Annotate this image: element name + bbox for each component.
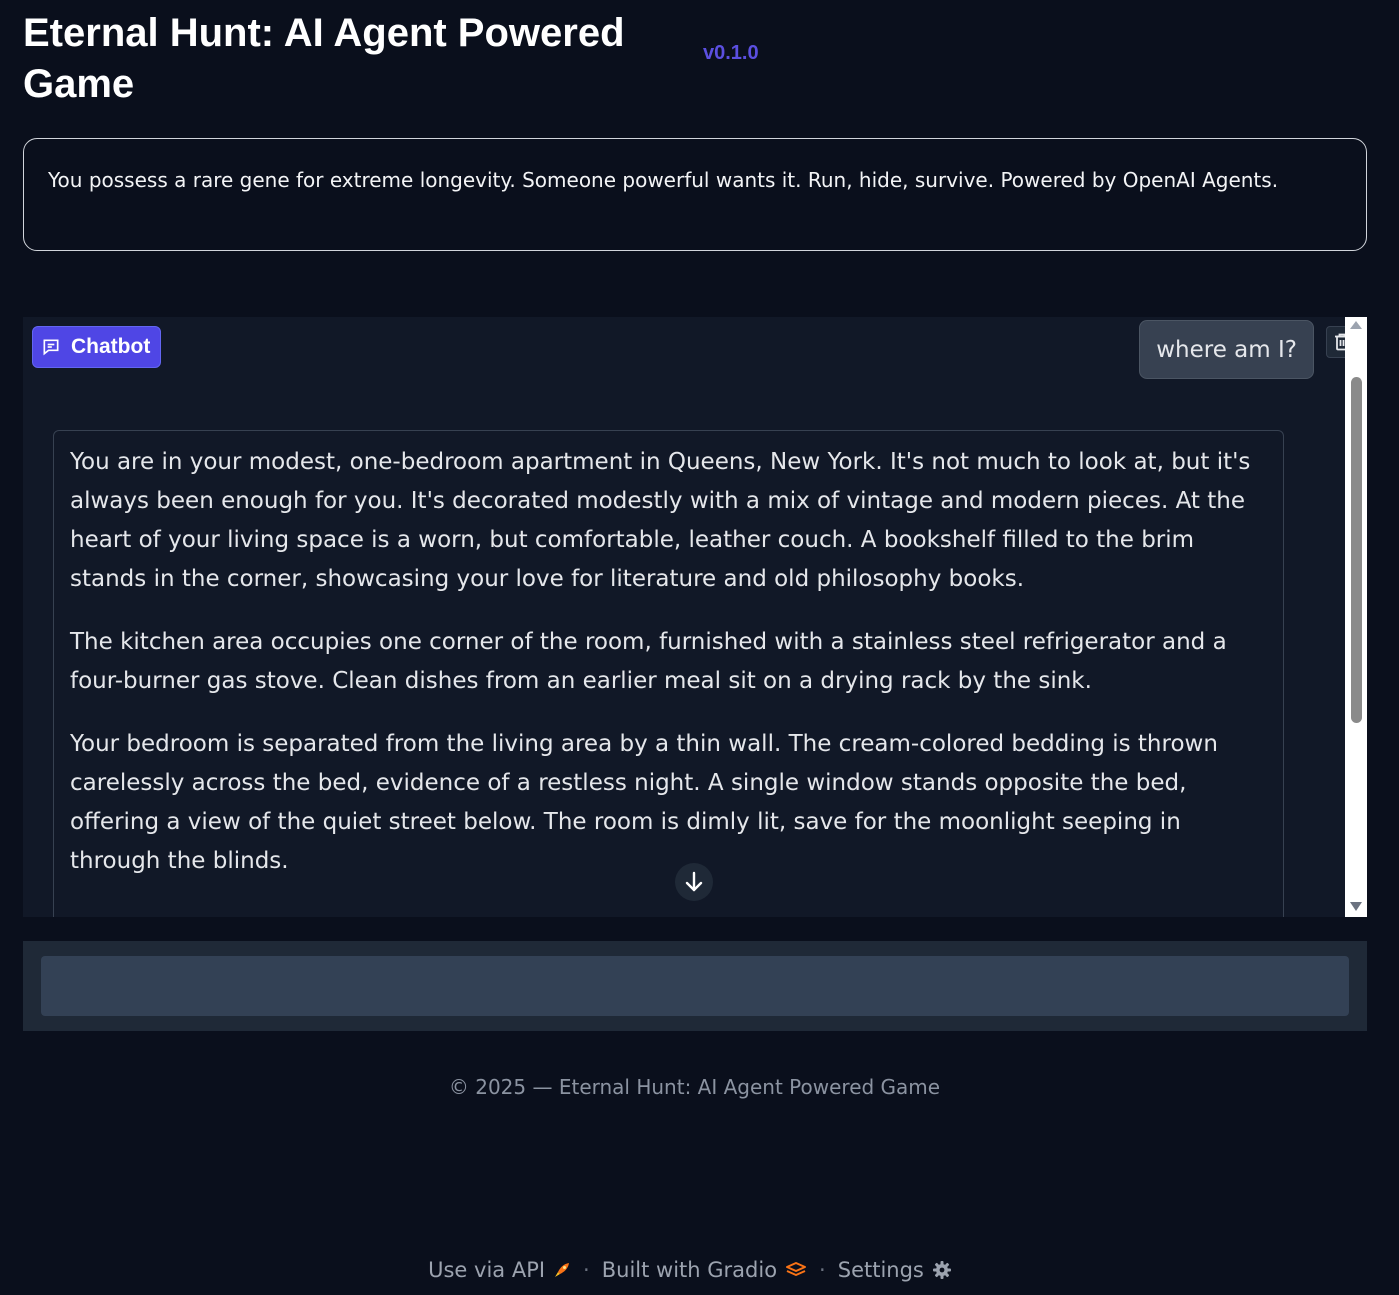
- footer-separator: ·: [583, 1258, 590, 1282]
- bot-paragraph: The kitchen area occupies one corner of …: [70, 629, 1227, 694]
- copyright-text: © 2025 — Eternal Hunt: AI Agent Powered …: [448, 1075, 941, 1099]
- scroll-down-arrow-icon[interactable]: [1350, 902, 1362, 911]
- scrollbar-thumb[interactable]: [1351, 377, 1362, 723]
- use-api-link[interactable]: Use via API: [428, 1258, 571, 1282]
- built-with-gradio-label: Built with Gradio: [601, 1258, 778, 1282]
- gradio-logo-icon: [786, 1262, 807, 1276]
- use-api-label: Use via API: [428, 1258, 546, 1282]
- user-message: where am I?: [1139, 320, 1314, 379]
- bot-paragraph: You are in your modest, one-bedroom apar…: [70, 449, 1251, 592]
- input-panel: [23, 941, 1367, 1031]
- user-message-text: where am I?: [1156, 336, 1297, 363]
- scroll-to-bottom-button[interactable]: [675, 863, 713, 901]
- chatbot-label: Chatbot: [32, 326, 162, 368]
- chatbot-panel[interactable]: Chatbot where am I? You are in your mode…: [23, 317, 1367, 917]
- chat-bubble-icon: [43, 339, 59, 356]
- gear-icon: [932, 1261, 951, 1279]
- settings-link[interactable]: Settings: [838, 1258, 952, 1282]
- bot-message: You are in your modest, one-bedroom apar…: [53, 430, 1284, 917]
- message-input[interactable]: [41, 956, 1349, 1016]
- page-header: Eternal Hunt: AI Agent Powered Game v0.1…: [23, 8, 803, 110]
- page-title: Eternal Hunt: AI Agent Powered Game: [23, 11, 625, 106]
- footer-separator: ·: [819, 1258, 826, 1282]
- rocket-icon: [555, 1263, 570, 1277]
- settings-label: Settings: [837, 1258, 924, 1282]
- arrow-down-icon: [685, 871, 703, 892]
- description-box: You possess a rare gene for extreme long…: [23, 138, 1367, 251]
- bottom-links: Use via API · Built with Gradio · Settin…: [0, 1258, 1380, 1282]
- description-text: You possess a rare gene for extreme long…: [48, 168, 1279, 192]
- chat-scrollbar[interactable]: [1345, 317, 1367, 917]
- scroll-up-arrow-icon[interactable]: [1350, 321, 1362, 329]
- chatbot-label-text: Chatbot: [71, 335, 151, 358]
- built-with-gradio-link[interactable]: Built with Gradio: [602, 1258, 807, 1282]
- version-label: v0.1.0: [703, 42, 759, 64]
- bot-paragraph: Your bedroom is separated from the livin…: [70, 731, 1218, 874]
